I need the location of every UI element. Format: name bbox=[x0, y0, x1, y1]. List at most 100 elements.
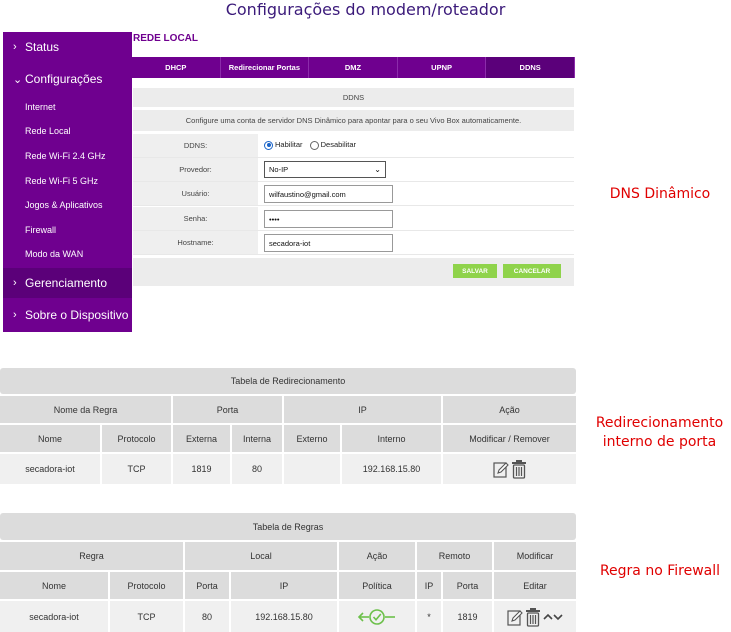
provedor-label: Provedor: bbox=[133, 158, 258, 181]
redir-cell-externa: 1819 bbox=[173, 454, 230, 484]
senha-input[interactable]: •••• bbox=[264, 210, 393, 228]
sidebar-item-sobre[interactable]: › Sobre o Dispositivo bbox=[3, 300, 132, 330]
rules-group-header: Regra bbox=[0, 542, 183, 570]
caption-firewall: Regra no Firewall bbox=[599, 563, 721, 579]
sidebar-item-label: Configurações bbox=[25, 72, 103, 86]
redir-group-header: Ação bbox=[443, 396, 576, 423]
rules-table-title: Tabela de Regras bbox=[0, 513, 576, 540]
radio-habilitar[interactable]: Habilitar bbox=[264, 140, 303, 150]
page-title: Configurações do modem/roteador bbox=[225, 0, 506, 19]
policy-accept-icon[interactable] bbox=[355, 607, 399, 627]
save-button[interactable]: SALVAR bbox=[453, 264, 497, 278]
trash-icon[interactable] bbox=[525, 607, 541, 627]
chevron-down-icon: ⌄ bbox=[13, 73, 23, 86]
sidebar-item-firewall[interactable]: Firewall bbox=[3, 218, 132, 242]
tab-bar: DHCP Redirecionar Portas DMZ UPNP DDNS bbox=[132, 57, 575, 78]
ddns-radio-group: Habilitar Desabilitar bbox=[264, 140, 356, 157]
button-bar: SALVAR CANCELAR bbox=[133, 258, 574, 286]
sidebar-item-rede-local[interactable]: Rede Local bbox=[3, 119, 132, 143]
redir-cell-actions bbox=[443, 454, 576, 484]
rules-cell-remote-ip: * bbox=[417, 601, 441, 632]
chevron-down-icon: ⌄ bbox=[374, 165, 381, 174]
rules-col-header: Protocolo bbox=[110, 572, 183, 599]
redir-col-header: Externo bbox=[284, 425, 340, 452]
edit-icon[interactable] bbox=[492, 460, 509, 478]
hostname-label: Hostname: bbox=[133, 231, 258, 254]
usuario-label: Usuário: bbox=[133, 182, 258, 205]
rules-group-header: Ação bbox=[339, 542, 415, 570]
sidebar-item-modo-wan[interactable]: Modo da WAN bbox=[3, 242, 132, 266]
ddns-label: DDNS: bbox=[133, 134, 258, 157]
redir-cell-externo bbox=[284, 454, 340, 484]
ddns-row: DDNS: Habilitar Desabilitar bbox=[133, 134, 574, 158]
senha-row: Senha: •••• bbox=[133, 207, 574, 231]
ddns-description: Configure uma conta de servidor DNS Dinâ… bbox=[133, 110, 574, 131]
radio-desabilitar[interactable]: Desabilitar bbox=[309, 140, 357, 150]
rules-col-header: IP bbox=[417, 572, 441, 599]
provedor-select[interactable]: No-IP ⌄ bbox=[264, 161, 386, 178]
radio-habilitar-label: Habilitar bbox=[275, 140, 303, 149]
chevrons-updown-icon[interactable] bbox=[543, 611, 563, 623]
redir-cell-nome: secadora-iot bbox=[0, 454, 100, 484]
hostname-input[interactable]: secadora-iot bbox=[264, 234, 393, 252]
sidebar-item-internet[interactable]: Internet bbox=[3, 95, 132, 119]
rules-cell-porta: 80 bbox=[185, 601, 229, 632]
hostname-field-wrap: secadora-iot bbox=[264, 234, 393, 252]
rules-cell-remote-porta: 1819 bbox=[443, 601, 492, 632]
rules-group-header: Remoto bbox=[417, 542, 492, 570]
sidebar-item-jogos[interactable]: Jogos & Aplicativos bbox=[3, 193, 132, 217]
ddns-header: DDNS bbox=[133, 88, 574, 107]
caption-redir-line2: interno de porta bbox=[602, 434, 717, 450]
rules-group-header: Local bbox=[185, 542, 337, 570]
tab-dhcp[interactable]: DHCP bbox=[132, 57, 221, 78]
provedor-select-wrap: No-IP ⌄ bbox=[264, 161, 386, 178]
rules-cell-politica bbox=[339, 601, 415, 632]
sidebar-item-label: Gerenciamento bbox=[25, 276, 108, 290]
sidebar-item-configuracoes[interactable]: ⌄ Configurações bbox=[3, 64, 132, 94]
rules-cell-protocolo: TCP bbox=[110, 601, 183, 632]
redir-cell-interna: 80 bbox=[232, 454, 282, 484]
radio-unchecked-icon bbox=[309, 140, 319, 150]
redir-cell-protocolo: TCP bbox=[102, 454, 171, 484]
radio-desabilitar-label: Desabilitar bbox=[320, 140, 357, 149]
sidebar-item-wifi-5[interactable]: Rede Wi-Fi 5 GHz bbox=[3, 169, 132, 193]
usuario-input[interactable]: wilfaustino@gmail.com bbox=[264, 185, 393, 203]
sidebar-item-status[interactable]: › Status bbox=[3, 32, 132, 62]
rules-cell-nome: secadora-iot bbox=[0, 601, 108, 632]
tab-redirecionar-portas[interactable]: Redirecionar Portas bbox=[221, 57, 310, 78]
rules-col-header: Porta bbox=[185, 572, 229, 599]
redir-group-header: Nome da Regra bbox=[0, 396, 171, 423]
sidebar-item-label: Status bbox=[25, 40, 60, 54]
rules-col-header: Nome bbox=[0, 572, 108, 599]
hostname-row: Hostname: secadora-iot bbox=[133, 231, 574, 255]
tab-ddns[interactable]: DDNS bbox=[486, 57, 575, 78]
tab-dmz[interactable]: DMZ bbox=[309, 57, 398, 78]
edit-icon[interactable] bbox=[507, 608, 523, 626]
rules-col-header: IP bbox=[231, 572, 337, 599]
redir-col-header: Nome bbox=[0, 425, 100, 452]
rules-cell-editar bbox=[494, 601, 576, 632]
sidebar-item-label: Sobre o Dispositivo bbox=[25, 308, 129, 322]
redir-group-header: Porta bbox=[173, 396, 282, 423]
cancel-button[interactable]: CANCELAR bbox=[503, 264, 561, 278]
radio-checked-icon bbox=[264, 140, 273, 150]
senha-label: Senha: bbox=[133, 207, 258, 230]
caption-dns: DNS Dinâmico bbox=[609, 186, 711, 202]
sidebar-item-gerenciamento[interactable]: › Gerenciamento bbox=[3, 268, 132, 298]
redir-cell-interno: 192.168.15.80 bbox=[342, 454, 441, 484]
redir-group-header: IP bbox=[284, 396, 441, 423]
tab-upnp[interactable]: UPNP bbox=[398, 57, 487, 78]
redir-col-header: Interno bbox=[342, 425, 441, 452]
sidebar-item-wifi-24[interactable]: Rede Wi-Fi 2.4 GHz bbox=[3, 144, 132, 168]
trash-icon[interactable] bbox=[511, 459, 527, 479]
sidebar: › Status ⌄ Configurações Internet Rede L… bbox=[3, 32, 132, 332]
section-label: REDE LOCAL bbox=[133, 33, 198, 44]
redir-col-header: Protocolo bbox=[102, 425, 171, 452]
chevron-right-icon: › bbox=[13, 277, 17, 289]
rules-col-header: Política bbox=[339, 572, 415, 599]
chevron-right-icon: › bbox=[13, 309, 17, 321]
rules-cell-ip: 192.168.15.80 bbox=[231, 601, 337, 632]
redir-col-header: Interna bbox=[232, 425, 282, 452]
usuario-field-wrap: wilfaustino@gmail.com bbox=[264, 185, 393, 203]
redir-table-title: Tabela de Redirecionamento bbox=[0, 368, 576, 394]
